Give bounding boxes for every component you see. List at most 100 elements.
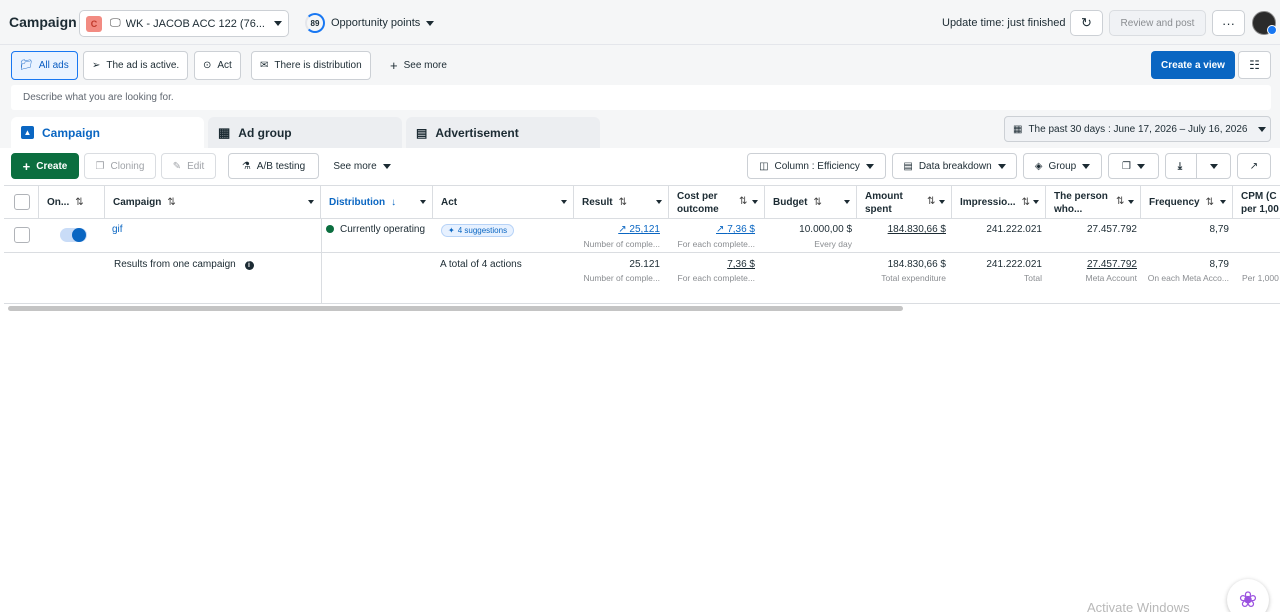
download-icon: ⤓: [1177, 160, 1183, 172]
header-label: The person who...: [1054, 190, 1108, 216]
more-options-button[interactable]: ···: [1212, 10, 1245, 36]
chip-label: There is distribution: [274, 60, 362, 71]
campaign-toggle[interactable]: [60, 228, 87, 242]
review-and-post-button[interactable]: Review and post: [1109, 10, 1206, 36]
result-number: 25,121: [629, 224, 660, 235]
create-label: Create: [36, 160, 68, 172]
export-button[interactable]: ⤓: [1165, 153, 1231, 179]
reports-button[interactable]: ❐: [1108, 153, 1159, 179]
header-label: Result: [582, 197, 613, 208]
cost-value[interactable]: ↗ 7,36 $: [716, 224, 755, 235]
status-dot-icon: [326, 225, 334, 234]
result-value[interactable]: ↗ 25,121: [618, 224, 660, 235]
horizontal-scrollbar[interactable]: [8, 306, 903, 311]
search-row: [0, 85, 1280, 115]
select-all-checkbox[interactable]: [14, 194, 30, 210]
create-button[interactable]: + Create: [11, 153, 79, 179]
row-checkbox[interactable]: [14, 227, 30, 243]
toolbar-see-more[interactable]: See more: [326, 153, 398, 179]
ab-testing-button[interactable]: ⚗ A/B testing: [228, 153, 319, 179]
group-selector[interactable]: ◈ Group: [1023, 153, 1102, 179]
chevron-down-icon: [1210, 163, 1219, 169]
line-chart-icon: ↗: [1249, 160, 1259, 172]
header-line2: who...: [1054, 203, 1083, 215]
header-cpm[interactable]: CPM (C per 1,00: [1233, 186, 1280, 219]
tab-ad-group[interactable]: ▦ Ad group: [208, 117, 402, 148]
header-budget[interactable]: Budget ⇅: [765, 186, 857, 219]
tab-campaign[interactable]: ▲ Campaign: [11, 117, 204, 148]
summary-reach: 27.457.792: [1086, 259, 1137, 270]
create-view-button[interactable]: Create a view: [1151, 51, 1235, 79]
send-icon: ➢: [92, 60, 101, 71]
breakdown-icon: ▤: [903, 160, 913, 172]
charts-button[interactable]: ↗: [1237, 153, 1271, 179]
header-campaign[interactable]: Campaign ⇅: [105, 186, 321, 219]
help-assistant-button[interactable]: ❀: [1227, 579, 1269, 612]
sliders-icon: ☷: [1249, 58, 1260, 72]
header-result[interactable]: Result ⇅: [574, 186, 669, 219]
edit-button[interactable]: ✎ Edit: [161, 153, 216, 179]
tab-advertisement[interactable]: ▤ Advertisement: [406, 117, 600, 148]
opportunity-score[interactable]: 89 Opportunity points: [305, 13, 435, 33]
header-distribution[interactable]: Distribution ↓: [321, 186, 433, 219]
sort-desc-icon: ↓: [391, 197, 397, 208]
ad-account-icon: 🖵: [110, 17, 121, 29]
sort-icon: ⇅: [1205, 197, 1214, 208]
amount-spent-value: 184.830,66 $: [887, 224, 946, 235]
plus-icon: +: [22, 158, 31, 174]
data-breakdown-selector[interactable]: ▤ Data breakdown: [892, 153, 1017, 179]
header-reach[interactable]: The person who... ⇅: [1046, 186, 1141, 219]
summary-reach-subtitle: Meta Account: [1085, 273, 1137, 283]
date-range-picker[interactable]: ▦ The past 30 days : June 17, 2026 – Jul…: [1004, 116, 1271, 142]
select-all-header: [4, 186, 39, 219]
summary-frequency: 8,79: [1209, 259, 1229, 270]
header-line2: spent: [865, 203, 892, 215]
copy-icon: ❐: [95, 160, 105, 172]
filter-all-ads[interactable]: 📁︎ All ads: [11, 51, 78, 80]
header-on-off[interactable]: On... ⇅: [39, 186, 105, 219]
activation-watermark: Activate Windows: [1087, 600, 1190, 612]
campaign-name-link[interactable]: gif: [112, 224, 123, 235]
header-act[interactable]: Act: [433, 186, 574, 219]
refresh-button[interactable]: ↻: [1070, 10, 1103, 36]
see-more-label: See more: [333, 160, 377, 172]
summary-result: 25.121: [629, 259, 660, 270]
header-amount-spent[interactable]: Amount spent ⇅: [857, 186, 952, 219]
filter-act[interactable]: ⊙ Act: [194, 51, 241, 80]
search-input[interactable]: [11, 85, 1271, 110]
facebook-badge-icon: [1267, 25, 1277, 35]
header-frequency[interactable]: Frequency ⇅: [1141, 186, 1233, 219]
header-line2: outcome: [677, 203, 719, 215]
sort-icon: ⇅: [927, 196, 936, 207]
ad-account-selector[interactable]: C 🖵 WK - JACOB ACC 122 (76...: [79, 10, 289, 37]
cloning-button[interactable]: ❐ Cloning: [84, 153, 156, 179]
folder-icon: 📁︎: [20, 60, 33, 71]
summary-result-subtitle: Number of comple...: [583, 273, 660, 283]
table-toolbar: + Create ❐ Cloning ✎ Edit ⚗ A/B testing …: [0, 148, 1280, 184]
sort-icon: ⇅: [75, 197, 84, 208]
filter-distribution[interactable]: ✉ There is distribution: [251, 51, 371, 80]
header-cost-per-outcome[interactable]: Cost per outcome ⇅: [669, 186, 765, 219]
header-label: Frequency: [1149, 197, 1200, 208]
sort-icon: ⇅: [618, 197, 627, 208]
header-label: Campaign: [113, 197, 162, 208]
header-line1: The person: [1054, 190, 1108, 202]
summary-label: Results from one campaign i: [114, 259, 254, 270]
header-label: On...: [47, 197, 70, 208]
summary-impressions: 241.222.021: [986, 259, 1042, 270]
account-badge: C: [86, 15, 102, 32]
chevron-down-icon: [844, 200, 850, 204]
info-icon[interactable]: i: [244, 261, 254, 270]
sort-icon: ⇅: [1021, 197, 1030, 208]
filter-see-more[interactable]: + See more: [390, 58, 447, 73]
header-line2: per 1,00: [1241, 203, 1279, 215]
header-impressions[interactable]: Impressio... ⇅: [952, 186, 1046, 219]
summary-spent-subtitle: Total expenditure: [881, 273, 946, 283]
tab-label: Advertisement: [435, 125, 519, 140]
filter-active-ads[interactable]: ➢ The ad is active.: [83, 51, 189, 80]
suggestions-badge[interactable]: ✦ 4 suggestions: [441, 224, 515, 237]
column-selector[interactable]: ◫ Column : Efficiency: [747, 153, 886, 179]
table-row[interactable]: gif Currently operating ✦ 4 suggestions ↗…: [4, 219, 1280, 253]
filter-settings-button[interactable]: ☷: [1238, 51, 1271, 79]
budget-value[interactable]: 10.000,00 $: [799, 224, 852, 235]
